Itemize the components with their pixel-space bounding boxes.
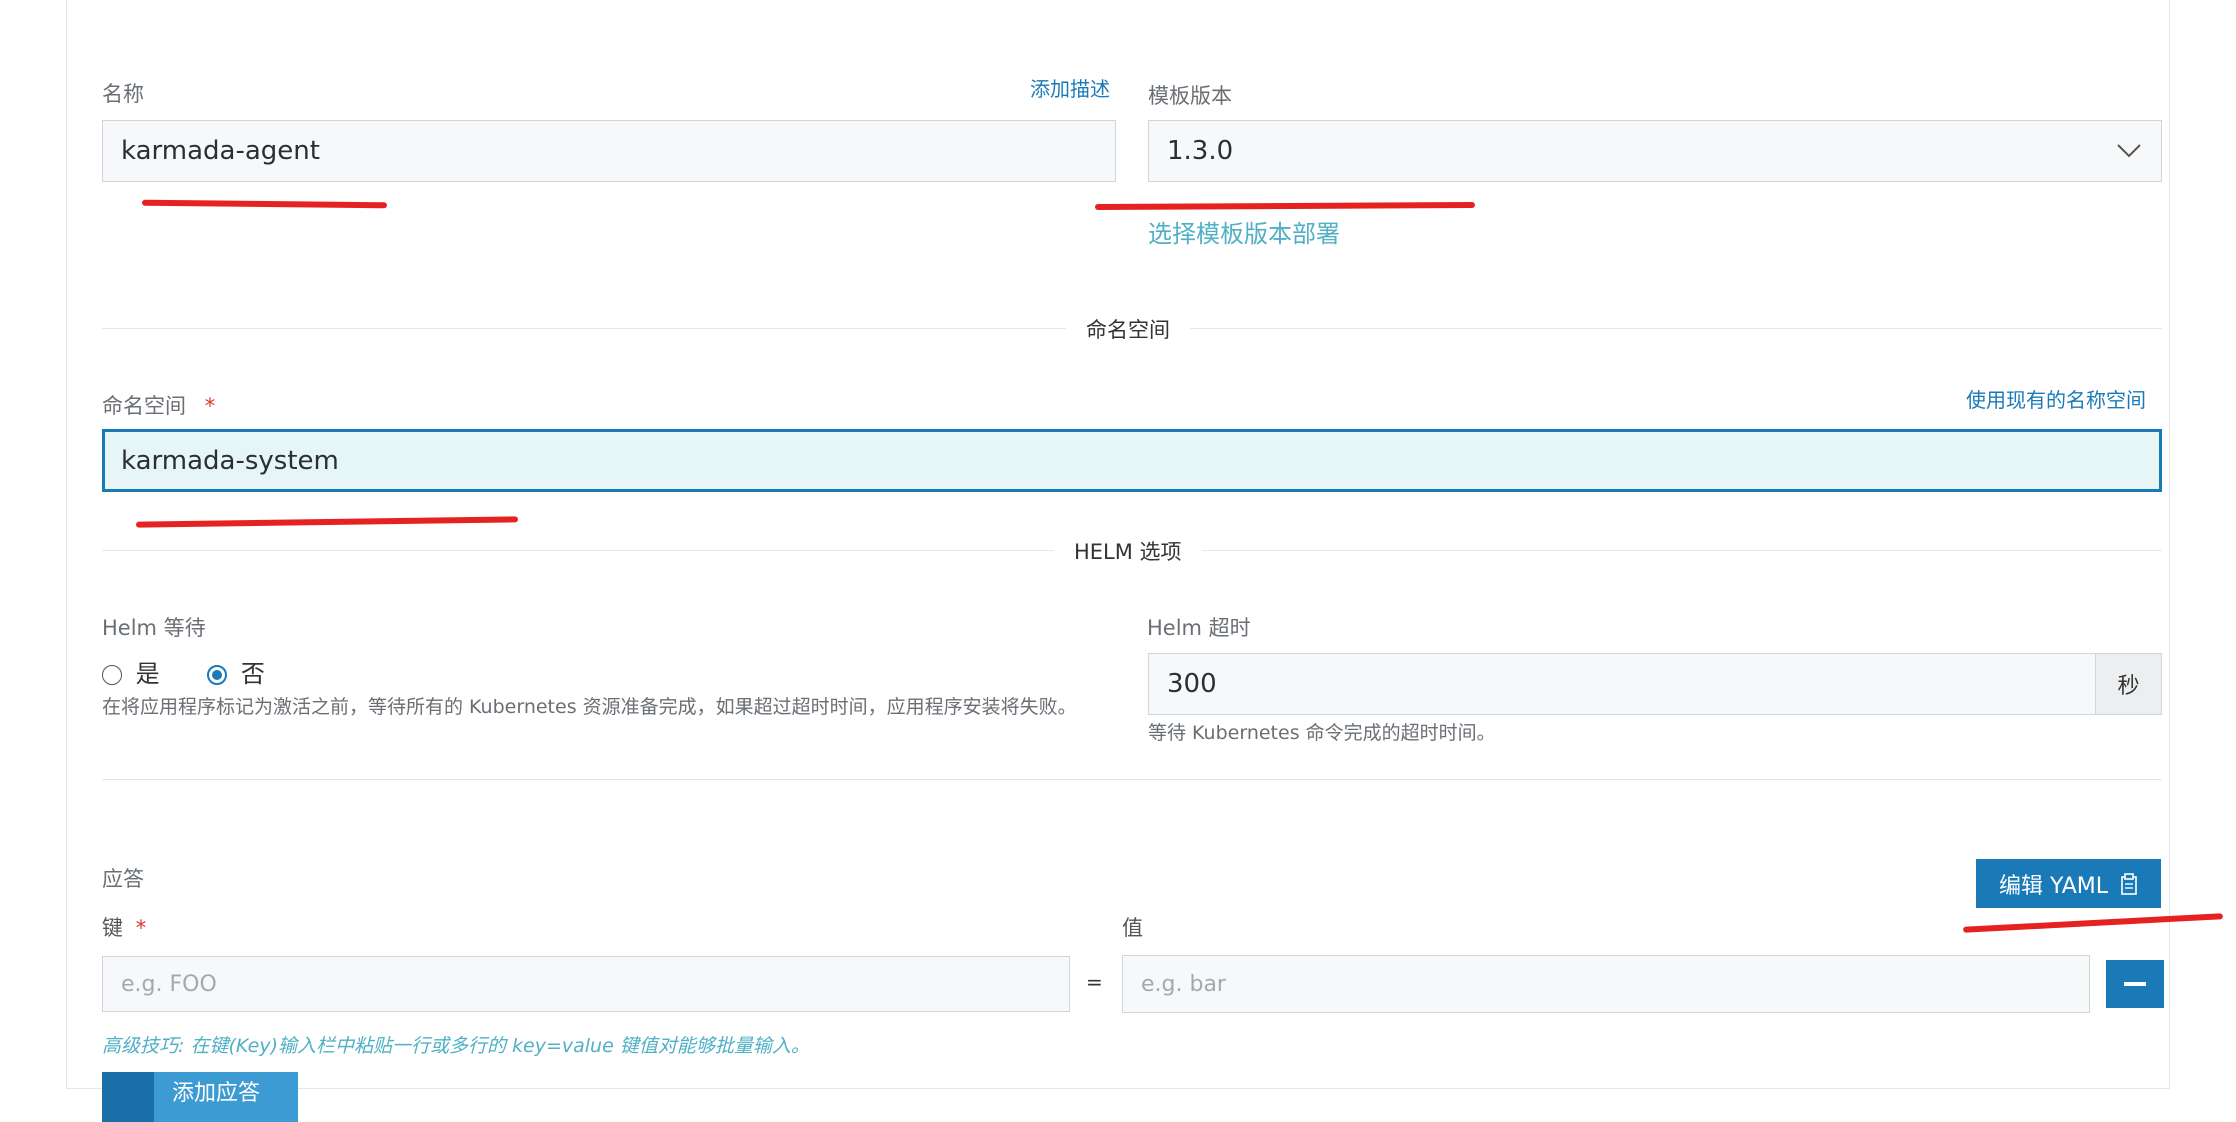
- minus-icon: [2124, 982, 2146, 986]
- key-input-placeholder: e.g. FOO: [121, 971, 217, 997]
- value-input[interactable]: e.g. bar: [1122, 955, 2090, 1013]
- namespace-input-value: karmada-system: [121, 445, 339, 476]
- timeout-unit-addon: 秒: [2095, 653, 2162, 715]
- edit-yaml-label: 编辑 YAML: [1998, 873, 2108, 899]
- template-version-select[interactable]: 1.3.0: [1148, 120, 2162, 182]
- key-label: 键 *: [102, 912, 146, 942]
- template-version-value: 1.3.0: [1167, 136, 1234, 166]
- name-label: 名称: [102, 82, 144, 106]
- select-template-version-link[interactable]: 选择模板版本部署: [1148, 214, 1340, 249]
- radio-no[interactable]: 否: [207, 654, 265, 689]
- add-description-link[interactable]: 添加描述: [1030, 73, 1110, 102]
- key-input[interactable]: e.g. FOO: [102, 956, 1070, 1012]
- helm-timeout-label: Helm 超时: [1147, 616, 1251, 640]
- radio-yes-label: 是: [135, 660, 160, 688]
- namespace-label: 命名空间 *: [102, 390, 215, 420]
- equals-sign: =: [1086, 970, 1103, 994]
- name-input-value: karmada-agent: [121, 136, 320, 166]
- helm-wait-label: Helm 等待: [102, 616, 206, 640]
- helm-section-title: HELM 选项: [1054, 536, 1202, 566]
- value-input-placeholder: e.g. bar: [1141, 971, 1226, 997]
- template-version-label: 模板版本: [1148, 84, 1232, 108]
- use-existing-namespace-link[interactable]: 使用现有的名称空间: [1966, 384, 2146, 413]
- value-label: 值: [1122, 916, 1143, 940]
- radio-yes[interactable]: 是: [102, 654, 160, 689]
- key-label-text: 键: [102, 916, 123, 940]
- helm-timeout-help: 等待 Kubernetes 命令完成的超时时间。: [1148, 722, 1496, 744]
- chevron-down-icon: [2115, 137, 2143, 172]
- radio-no-label: 否: [240, 660, 265, 688]
- namespace-input[interactable]: karmada-system: [102, 429, 2162, 492]
- name-input[interactable]: karmada-agent: [102, 120, 1116, 182]
- answers-label: 应答: [102, 867, 144, 891]
- remove-row-button[interactable]: [2106, 960, 2164, 1008]
- helm-timeout-value: 300: [1167, 669, 1217, 699]
- radio-no-circle[interactable]: [207, 665, 228, 685]
- required-mark: *: [204, 394, 216, 418]
- helm-timeout-input[interactable]: 300: [1148, 653, 2096, 715]
- clipboard-icon: [2120, 872, 2138, 895]
- helm-wait-radio-group: 是 否: [102, 654, 265, 689]
- bulk-input-tip: 高级技巧: 在键(Key)输入栏中粘贴一行或多行的 key=value 键值对能…: [102, 1035, 810, 1057]
- namespace-section-title: 命名空间: [1066, 314, 1190, 344]
- radio-yes-circle[interactable]: [102, 665, 122, 685]
- edit-yaml-button[interactable]: 编辑 YAML: [1976, 859, 2161, 908]
- helm-wait-help: 在将应用程序标记为激活之前，等待所有的 Kubernetes 资源准备完成，如果…: [102, 696, 1077, 718]
- answers-divider: [102, 779, 2162, 780]
- key-required-mark: *: [135, 916, 147, 940]
- namespace-label-text: 命名空间: [102, 394, 186, 418]
